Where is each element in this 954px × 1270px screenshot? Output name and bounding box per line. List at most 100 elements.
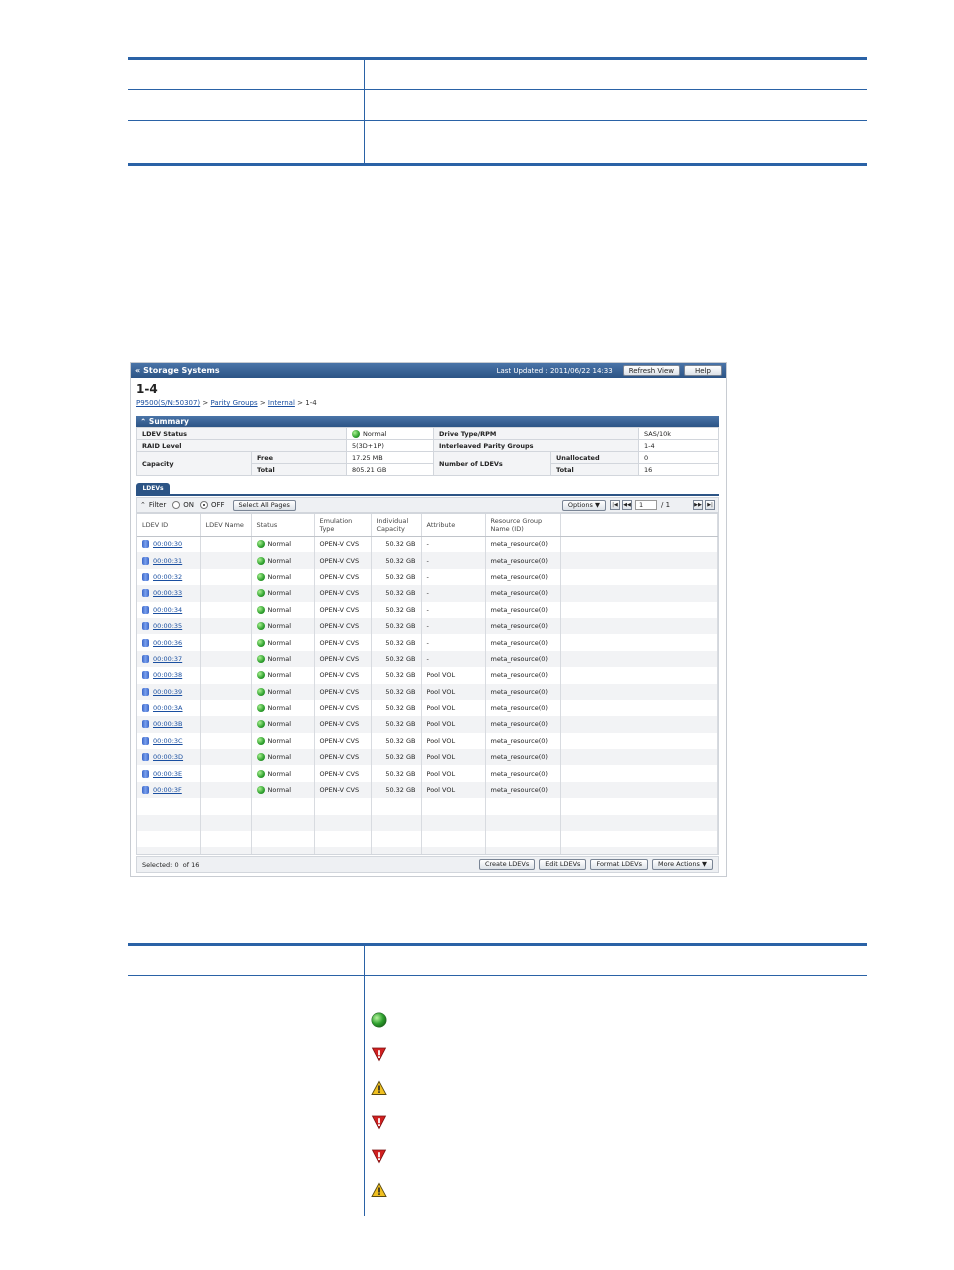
status-cell: Normal [251, 781, 315, 799]
format-ldevs-button[interactable]: Format LDEVs [590, 859, 648, 870]
table-row[interactable]: 00:00:33 Normal OPEN-V CVS 50.32 GB - meta_re… [137, 585, 718, 602]
ldev-id-cell[interactable]: 00:00:33 [137, 585, 201, 602]
table-row[interactable]: 00:00:3F Normal OPEN-V CVS 50.32 GB Pool VOL… [137, 781, 718, 799]
ldev-id-link[interactable]: 00:00:38 [153, 671, 182, 679]
ldev-id-cell[interactable]: 00:00:37 [137, 650, 201, 668]
ldev-name-cell [200, 699, 252, 717]
ldev-id-cell[interactable]: 00:00:30 [137, 536, 201, 553]
previous-page-icon[interactable]: ◀◀ [622, 500, 632, 510]
breadcrumb-internal[interactable]: Internal [268, 399, 295, 407]
summary-header[interactable]: ⌃ Summary [136, 416, 719, 427]
create-ldevs-button[interactable]: Create LDEVs [478, 859, 536, 870]
column-status[interactable]: Status [251, 514, 315, 537]
ldev-id-link[interactable]: 00:00:3B [153, 720, 183, 728]
table-row[interactable]: 00:00:39 Normal OPEN-V CVS 50.32 GB Pool VOL… [137, 683, 718, 700]
ldev-icon [142, 572, 149, 581]
column-capacity[interactable]: Individual Capacity [371, 514, 422, 537]
resource-cell: meta_resource(0) [485, 781, 561, 799]
ldev-id-link[interactable]: 00:00:3F [153, 786, 182, 794]
ldev-id-link[interactable]: 00:00:3A [153, 704, 183, 712]
breadcrumb-storage[interactable]: P9500(S/N:50307) [136, 399, 200, 407]
ldev-id-link[interactable]: 00:00:34 [153, 606, 182, 614]
total-capacity-label: Total [251, 463, 347, 476]
ldev-id-link[interactable]: 00:00:3D [153, 753, 183, 761]
filter-off-radio[interactable] [199, 501, 208, 509]
table-row[interactable]: 00:00:32 Normal OPEN-V CVS 50.32 GB - meta_re… [137, 568, 718, 586]
ldev-id-cell[interactable]: 00:00:3B [137, 716, 201, 733]
status-cell: Normal [251, 683, 315, 700]
column-ldev-id[interactable]: LDEV ID [137, 514, 201, 537]
ldev-id-link[interactable]: 00:00:31 [153, 557, 182, 565]
table-row[interactable]: 00:00:35 Normal OPEN-V CVS 50.32 GB - meta_re… [137, 617, 718, 635]
ldev-id-link[interactable]: 00:00:39 [153, 688, 182, 696]
table-row[interactable]: 00:00:3C Normal OPEN-V CVS 50.32 GB Pool VOL… [137, 732, 718, 750]
capacity-cell: 50.32 GB [371, 617, 422, 635]
emulation-cell: OPEN-V CVS [314, 601, 372, 618]
filter-toggle-icon[interactable]: ⌃ [140, 501, 146, 509]
last-page-icon[interactable]: ▶| [705, 500, 715, 510]
resource-cell: meta_resource(0) [485, 650, 561, 668]
help-button[interactable]: Help [684, 365, 722, 376]
more-actions-button[interactable]: More Actions ▼ [651, 859, 713, 870]
ldev-id-cell[interactable]: 00:00:3F [137, 781, 201, 799]
page-number-input[interactable]: 1 [635, 500, 657, 510]
ldev-id-cell[interactable]: 00:00:32 [137, 568, 201, 586]
interleaved-label: Interleaved Parity Groups [433, 439, 639, 452]
ldev-id-cell[interactable]: 00:00:36 [137, 634, 201, 651]
table-row[interactable]: 00:00:3A Normal OPEN-V CVS 50.32 GB Pool VOL… [137, 699, 718, 717]
ldev-id-cell[interactable]: 00:00:31 [137, 552, 201, 569]
column-emulation-type[interactable]: Emulation Type [314, 514, 372, 537]
table-row[interactable]: 00:00:3E Normal OPEN-V CVS 50.32 GB Pool VOL… [137, 765, 718, 782]
ldev-id-link[interactable]: 00:00:35 [153, 622, 182, 630]
table-row[interactable]: 00:00:34 Normal OPEN-V CVS 50.32 GB - meta_re… [137, 601, 718, 618]
breadcrumb-parity-groups[interactable]: Parity Groups [211, 399, 258, 407]
next-page-icon[interactable]: ▶▶ [693, 500, 703, 510]
filler-cell [560, 552, 718, 569]
resource-cell: meta_resource(0) [485, 634, 561, 651]
filler-cell [560, 749, 718, 766]
table-row[interactable]: 00:00:3D Normal OPEN-V CVS 50.32 GB Pool VOL… [137, 749, 718, 766]
ldev-name-cell [200, 536, 252, 553]
ldev-id-link[interactable]: 00:00:3C [153, 737, 183, 745]
table-row[interactable]: 00:00:37 Normal OPEN-V CVS 50.32 GB - meta_re… [137, 650, 718, 668]
edit-ldevs-button[interactable]: Edit LDEVs [539, 859, 587, 870]
status-cell: Normal [251, 585, 315, 602]
table-row[interactable]: 00:00:38 Normal OPEN-V CVS 50.32 GB Pool VOL… [137, 667, 718, 684]
ldev-name-cell [200, 650, 252, 668]
ldev-id-cell[interactable]: 00:00:38 [137, 667, 201, 684]
ldev-name-cell [200, 683, 252, 700]
ldev-id-cell[interactable]: 00:00:3D [137, 749, 201, 766]
options-button[interactable]: Options ▼ [561, 499, 606, 511]
table-row[interactable]: 00:00:31 Normal OPEN-V CVS 50.32 GB - meta_re… [137, 552, 718, 569]
ldev-id-cell[interactable]: 00:00:34 [137, 601, 201, 618]
column-resource-group[interactable]: Resource Group Name (ID) [485, 514, 561, 537]
column-ldev-name[interactable]: LDEV Name [200, 514, 252, 537]
capacity-cell: 50.32 GB [371, 536, 422, 553]
normal-status-icon [256, 704, 265, 713]
ldev-id-cell[interactable]: 00:00:3E [137, 765, 201, 782]
ldev-id-link[interactable]: 00:00:32 [153, 573, 182, 581]
ldev-id-link[interactable]: 00:00:3E [153, 770, 182, 778]
ldev-icon [142, 704, 149, 713]
filler-cell [560, 601, 718, 618]
ldev-id-link[interactable]: 00:00:30 [153, 540, 182, 548]
ldev-id-cell[interactable]: 00:00:3A [137, 699, 201, 717]
ldev-id-cell[interactable]: 00:00:35 [137, 617, 201, 635]
table-row[interactable]: 00:00:36 Normal OPEN-V CVS 50.32 GB - meta_re… [137, 634, 718, 651]
ldev-id-link[interactable]: 00:00:36 [153, 639, 182, 647]
select-all-pages-button[interactable]: Select All Pages [232, 499, 296, 511]
first-page-icon[interactable]: |◀ [610, 500, 620, 510]
column-attribute[interactable]: Attribute [421, 514, 486, 537]
collapse-icon[interactable]: « [135, 366, 140, 375]
ldev-id-link[interactable]: 00:00:37 [153, 655, 182, 663]
table-row[interactable]: 00:00:3B Normal OPEN-V CVS 50.32 GB Pool VOL… [137, 716, 718, 733]
ldev-id-cell[interactable]: 00:00:39 [137, 683, 201, 700]
ldev-id-cell[interactable]: 00:00:3C [137, 732, 201, 750]
status-cell: Normal [251, 732, 315, 750]
ldev-id-link[interactable]: 00:00:33 [153, 589, 182, 597]
filter-on-radio[interactable] [172, 501, 181, 509]
table-row[interactable]: 00:00:30 Normal OPEN-V CVS 50.32 GB - meta_re… [137, 536, 718, 553]
refresh-view-button[interactable]: Refresh View [622, 365, 680, 376]
tab-ldevs[interactable]: LDEVs [136, 483, 170, 494]
status-cell: Normal [251, 667, 315, 684]
